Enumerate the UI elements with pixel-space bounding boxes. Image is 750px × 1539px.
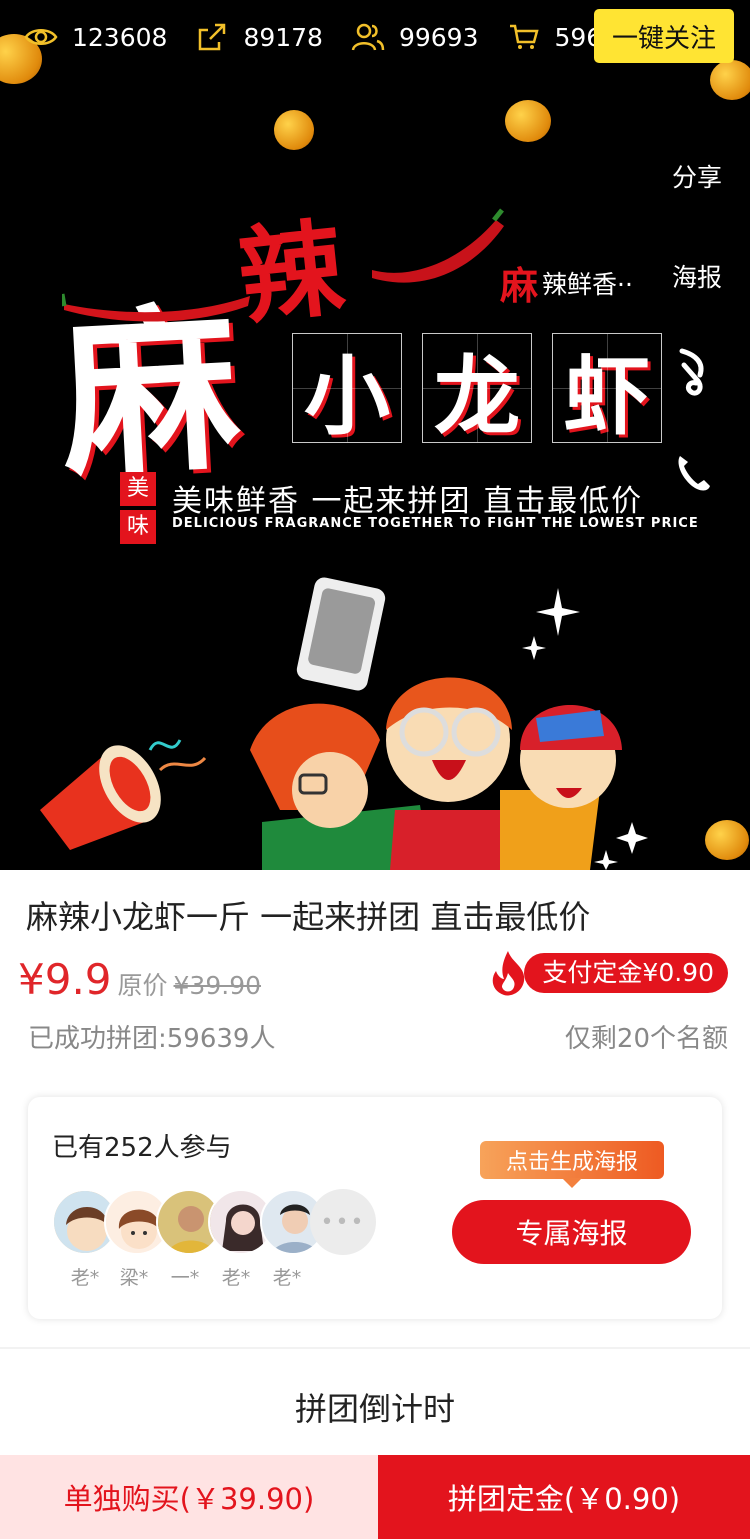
banner-subtitle-highlight: 麻 [500, 264, 539, 308]
participants-count: 99693 [398, 22, 479, 52]
banner-char-box: 小 [292, 333, 402, 447]
shares-count: 89178 [243, 22, 323, 52]
chili-pepper-icon [62, 293, 250, 322]
group-success-count: 已成功拼团:59639人 [28, 1024, 276, 1054]
current-price: ¥9.9 [18, 955, 112, 1004]
bottom-action-bar: 单独购买(￥39.90) 拼团定金(￥0.90) [0, 1455, 750, 1539]
poster-link[interactable]: 海报 [672, 258, 722, 294]
participants-card: 已有252人参与 ••• 老* 梁* 一* 老* 老* 点击生成海报 专属海报 [28, 1097, 722, 1319]
remaining-slots: 仅剩20个名额 [564, 1024, 728, 1054]
banner-slogan: 美味鲜香 一起来拼团 直击最低价 [172, 484, 644, 519]
original-price: ¥39.90 [173, 971, 262, 1000]
product-title: 麻辣小龙虾一斤 一起来拼团 直击最低价 [26, 898, 591, 936]
coin-decoration [274, 110, 314, 150]
coin-decoration [710, 60, 750, 100]
stats-bar: 123608 89178 99693 5963 [24, 14, 618, 60]
phone-icon[interactable] [674, 452, 714, 494]
cart-icon [509, 24, 539, 49]
views-count: 123608 [72, 22, 168, 52]
chili-pepper-icon [372, 208, 504, 283]
buy-alone-button[interactable]: 单独购买(￥39.90) [0, 1455, 378, 1539]
users-icon [351, 23, 385, 51]
share-link[interactable]: 分享 [672, 158, 722, 194]
generate-poster-tooltip: 点击生成海报 [480, 1141, 664, 1188]
coin-decoration [505, 100, 551, 142]
countdown-title: 拼团倒计时 [294, 1390, 455, 1428]
flame-icon [493, 951, 525, 996]
group-deposit-button[interactable]: 拼团定金(￥0.90) [378, 1455, 750, 1539]
banner-subtitle-text: 辣鲜香·· [542, 269, 633, 299]
avatar-name: 老* [221, 1267, 251, 1289]
eye-icon [24, 29, 58, 45]
deposit-label: 支付定金¥0.90 [524, 953, 728, 993]
music-icon[interactable] [674, 345, 714, 401]
participants-stat: 99693 [351, 20, 479, 54]
views-stat: 123608 [24, 20, 167, 54]
banner-subtitle: 麻 辣鲜香·· [500, 255, 633, 310]
share-arrow-icon [199, 23, 226, 51]
banner-slogan-en: DELICIOUS FRAGRANCE TOGETHER TO FIGHT TH… [172, 516, 699, 531]
original-price-label: 原价 [117, 971, 168, 1000]
hero-banner: 123608 89178 99693 5963 一键关注 分享 海报 辣 麻 小… [0, 0, 750, 870]
meiwei-badge-char: 美 [120, 472, 156, 506]
section-divider [0, 1347, 750, 1349]
shares-stat: 89178 [195, 20, 323, 54]
avatar-name: 一* [170, 1267, 200, 1289]
avatar-name: 老* [70, 1267, 100, 1289]
banner-char-box: 龙 [422, 333, 532, 447]
price-row: ¥9.9 原价 ¥39.90 [18, 955, 261, 1004]
more-avatars[interactable]: ••• [310, 1189, 376, 1255]
follow-button[interactable]: 一键关注 [594, 9, 734, 63]
meiwei-badge: 美 味 [120, 472, 156, 544]
avatar-name: 老* [272, 1267, 302, 1289]
deposit-badge: 支付定金¥0.90 [488, 951, 728, 996]
avatar-name: 梁* [119, 1267, 149, 1289]
cartoon-illustration [40, 577, 648, 870]
banner-char-box: 虾 [552, 333, 662, 447]
participants-title: 已有252人参与 [52, 1133, 232, 1163]
meiwei-badge-char: 味 [120, 510, 156, 544]
exclusive-poster-button[interactable]: 专属海报 [452, 1200, 691, 1264]
